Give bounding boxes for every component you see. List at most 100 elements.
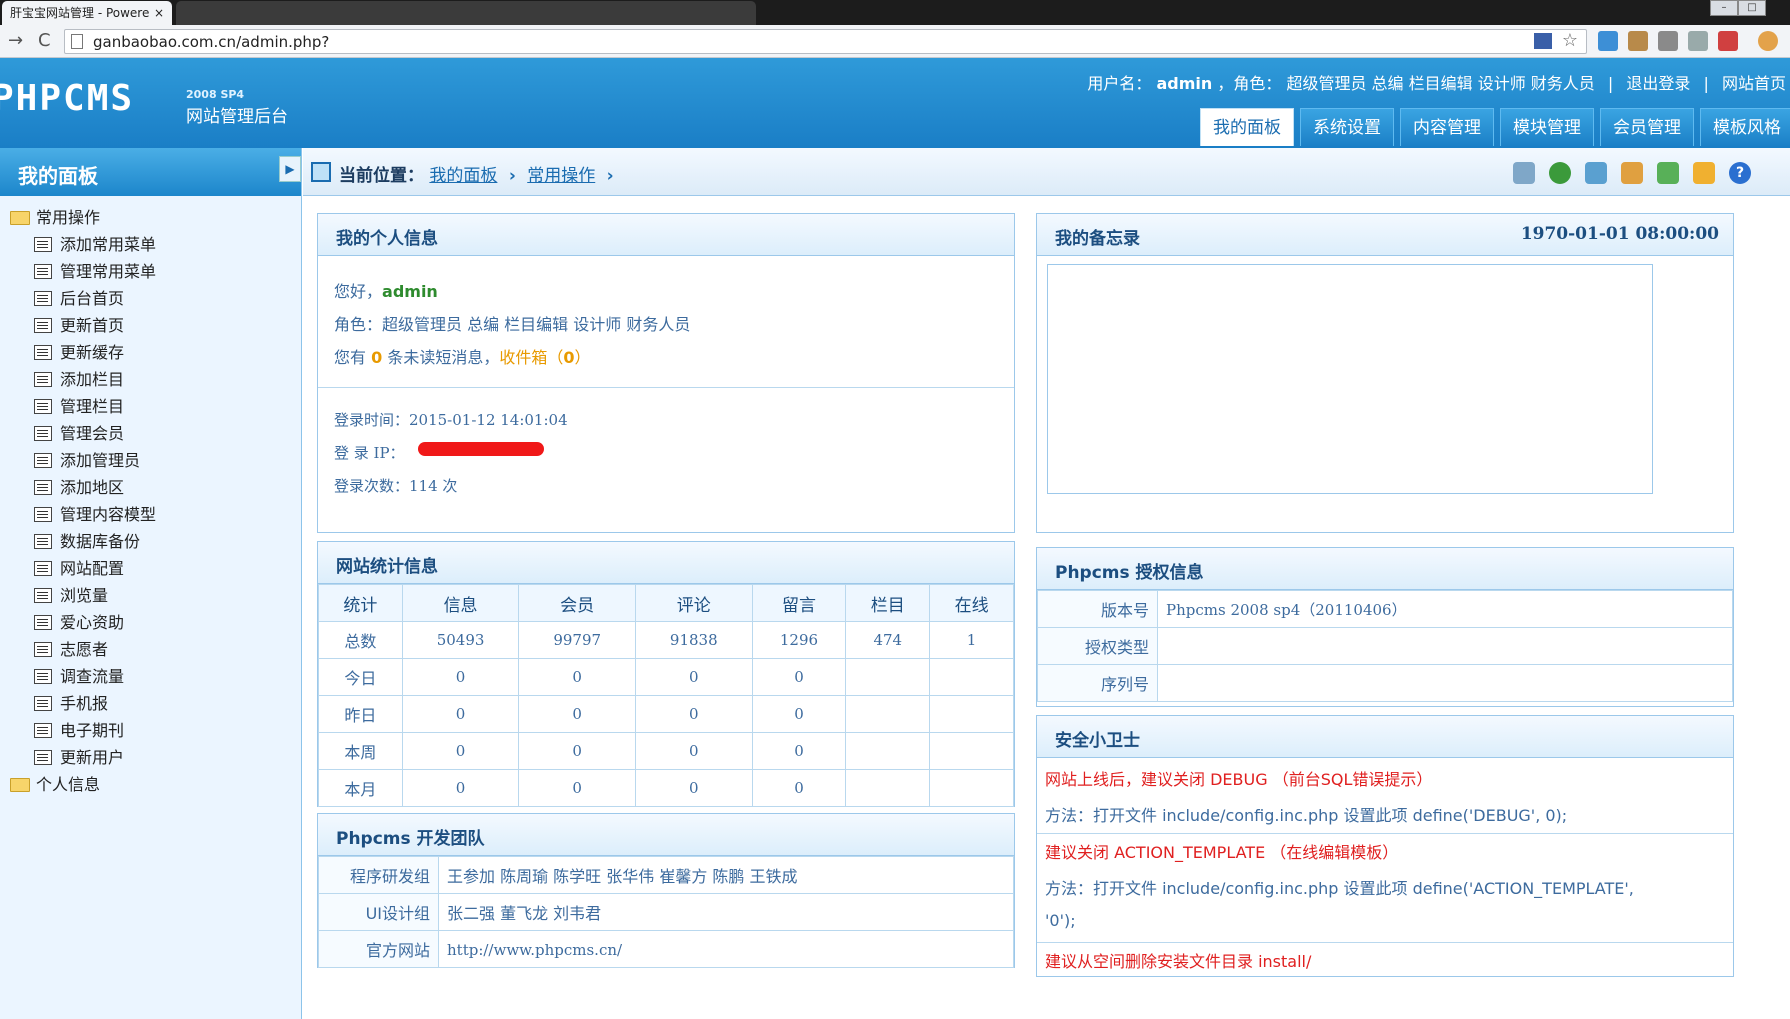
greeting-text: 您好， [334, 282, 383, 301]
sidebar-item[interactable]: 添加常用菜单 [0, 231, 300, 258]
tab-templates[interactable]: 模板风格 [1700, 108, 1790, 146]
sidebar-item[interactable]: 后台首页 [0, 285, 300, 312]
forward-icon[interactable]: → [8, 30, 23, 51]
url-input[interactable]: ganbaobao.com.cn/admin.php? ☆ [64, 29, 1587, 54]
security-tip-template: 建议关闭 ACTION_TEMPLATE （在线编辑模板） [1045, 843, 1399, 862]
row-value[interactable]: http://www.phpcms.cn/ [447, 941, 622, 959]
sidebar-item-label: 数据库备份 [60, 532, 141, 551]
tab-content[interactable]: 内容管理 [1400, 108, 1494, 146]
sidebar: 我的面板 ▶ 常用操作 添加常用菜单 管理常用菜单 后台首页 更新首页 更新缓存 添加栏目… [0, 148, 302, 1019]
logout-link[interactable]: 退出登录 [1626, 74, 1690, 93]
window-icon [311, 162, 331, 182]
redaction-mark [418, 442, 544, 456]
sidebar-item[interactable]: 浏览量 [0, 582, 300, 609]
list-icon [34, 453, 52, 468]
sidebar-item[interactable]: 调查流量 [0, 663, 300, 690]
sidebar-item[interactable]: 添加地区 [0, 474, 300, 501]
extension-icon[interactable] [1688, 31, 1708, 51]
help-icon[interactable]: ? [1729, 162, 1751, 184]
roles-line: 角色：超级管理员 总编 栏目编辑 设计师 财务人员 [334, 315, 691, 334]
sidebar-item[interactable]: 更新用户 [0, 744, 300, 771]
breadcrumb-my-panel[interactable]: 我的面板 [429, 166, 497, 186]
sidebar-item[interactable]: 手机报 [0, 690, 300, 717]
sidebar-item[interactable]: 电子期刊 [0, 717, 300, 744]
user-info: 用户名： admin ，角色： 超级管理员 总编 栏目编辑 设计师 财务人员 |… [1087, 70, 1786, 94]
notes-icon[interactable] [1693, 162, 1715, 184]
extension-icon[interactable] [1658, 31, 1678, 51]
sidebar-item[interactable]: 管理内容模型 [0, 501, 300, 528]
breadcrumb: 当前位置： 我的面板 › 常用操作 › [339, 161, 620, 186]
collapse-icon[interactable]: ▶ [279, 156, 301, 182]
tab-my-panel[interactable]: 我的面板 [1200, 108, 1294, 146]
star-icon[interactable]: ☆ [1562, 30, 1578, 51]
sidebar-item-label: 添加地区 [60, 478, 125, 497]
divider [1037, 833, 1733, 834]
tab-system-settings[interactable]: 系统设置 [1300, 108, 1394, 146]
stats-panel: 网站统计信息 统计 信息 会员 评论 留言 栏目 在线 总数 50493 99797 91838 1… [317, 541, 1015, 807]
list-icon [34, 561, 52, 576]
stats-table: 统计 信息 会员 评论 留言 栏目 在线 总数 50493 99797 91838 1296 474 1… [318, 584, 1014, 807]
tab-members[interactable]: 会员管理 [1600, 108, 1694, 146]
sidebar-item-label: 管理常用菜单 [60, 262, 157, 281]
sidebar-item[interactable]: 管理栏目 [0, 393, 300, 420]
globe-icon[interactable] [1549, 162, 1571, 184]
divider: | [1703, 74, 1709, 93]
sidebar-item[interactable]: 添加管理员 [0, 447, 300, 474]
sidebar-item[interactable]: 更新缓存 [0, 339, 300, 366]
sidebar-item[interactable]: 管理会员 [0, 420, 300, 447]
divider: | [1607, 74, 1614, 93]
table-cell: 0 [518, 769, 636, 807]
minimize-icon[interactable]: – [1710, 0, 1738, 16]
browser-tab-other[interactable] [176, 1, 756, 25]
folder-add-icon[interactable] [1585, 162, 1607, 184]
sidebar-item[interactable]: 更新首页 [0, 312, 300, 339]
breadcrumb-common-ops[interactable]: 常用操作 [527, 166, 595, 186]
sidebar-item-label: 管理栏目 [60, 397, 125, 416]
list-icon [34, 480, 52, 495]
extension-icon[interactable] [1534, 33, 1552, 49]
users-icon[interactable] [1621, 162, 1643, 184]
extension-icon[interactable] [1628, 31, 1648, 51]
maximize-icon[interactable]: □ [1738, 0, 1766, 16]
value-cell: 王参加 陈周瑜 陈学旺 张华伟 崔馨方 陈鹏 王铁成 [438, 856, 1014, 894]
menu-tree: 常用操作 添加常用菜单管理常用菜单后台首页 更新首页 更新缓存 添加栏目管理栏目管理会… [0, 204, 300, 798]
table-header-cell: 栏目 [845, 584, 931, 622]
close-icon[interactable]: × [154, 1, 164, 25]
list-icon [34, 588, 52, 603]
logo: PHPCMS [0, 78, 135, 119]
login-ip: 登 录 IP： [334, 444, 405, 462]
memo-datetime: 1970-01-01 08:00:00 [1520, 224, 1719, 244]
sidebar-item[interactable]: 网站配置 [0, 555, 300, 582]
table-cell [929, 658, 1014, 696]
list-icon [34, 615, 52, 630]
table-header-cell: 信息 [401, 584, 520, 622]
sidebar-item[interactable]: 添加栏目 [0, 366, 300, 393]
chevron-right-icon: › [508, 166, 516, 186]
tab-modules[interactable]: 模块管理 [1500, 108, 1594, 146]
sidebar-item-label: 爱心资助 [60, 613, 125, 632]
refresh-icon[interactable] [1657, 162, 1679, 184]
reload-icon[interactable]: C [38, 30, 51, 51]
table-cell [929, 769, 1014, 807]
url-text: ganbaobao.com.cn/admin.php? [93, 33, 330, 51]
sidebar-item-label: 更新用户 [60, 748, 125, 767]
extension-icon[interactable] [1718, 31, 1738, 51]
cookie-icon[interactable] [1758, 31, 1778, 51]
value-cell [1157, 627, 1733, 665]
browser-tab-active[interactable]: 肝宝宝网站管理 - Powere × [2, 1, 172, 25]
panel-title: 网站统计信息 [336, 557, 438, 577]
panel-header: 我的备忘录 1970-01-01 08:00:00 [1037, 214, 1733, 256]
value-cell: http://www.phpcms.cn/ [438, 930, 1014, 968]
extension-icon[interactable] [1598, 31, 1618, 51]
inbox-link[interactable]: 收件箱（0） [499, 348, 590, 367]
mail-icon[interactable] [1513, 162, 1535, 184]
sidebar-item[interactable]: 爱心资助 [0, 609, 300, 636]
site-home-link[interactable]: 网站首页 [1722, 74, 1786, 93]
sidebar-item[interactable]: 数据库备份 [0, 528, 300, 555]
sidebar-item[interactable]: 管理常用菜单 [0, 258, 300, 285]
sidebar-item[interactable]: 志愿者 [0, 636, 300, 663]
memo-textarea[interactable] [1047, 264, 1653, 494]
page-icon [71, 34, 83, 49]
tree-group-common[interactable]: 常用操作 [0, 204, 300, 231]
tree-group-personal[interactable]: 个人信息 [0, 771, 300, 798]
